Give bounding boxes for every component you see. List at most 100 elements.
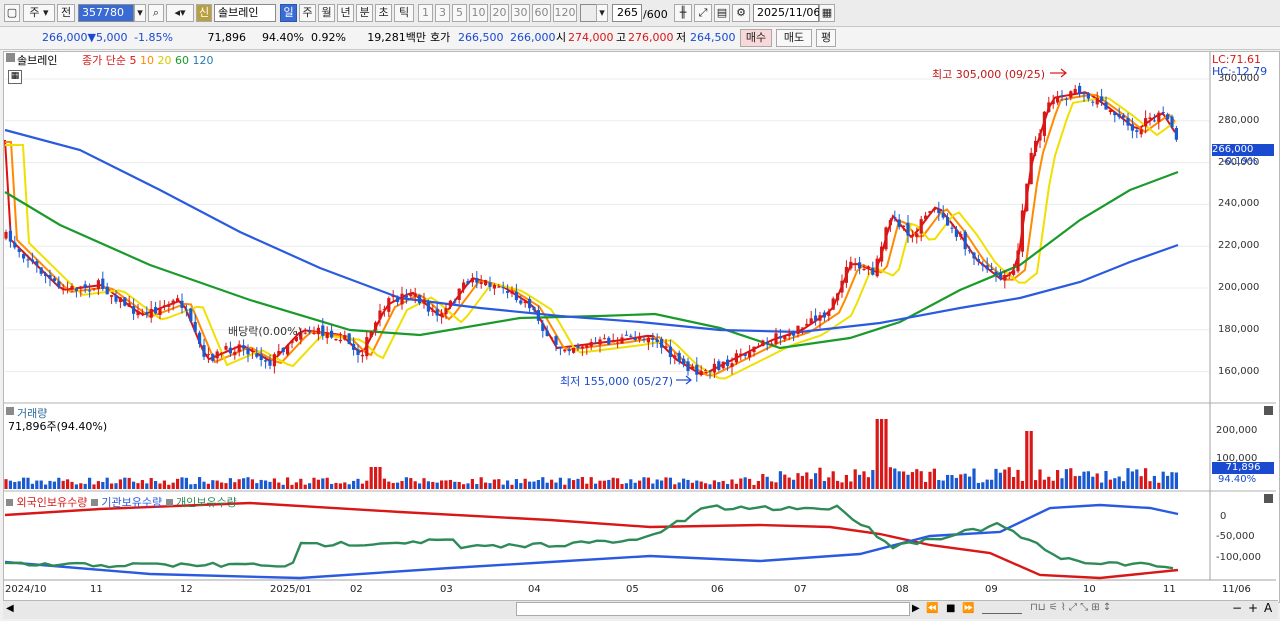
candle-body <box>61 289 65 291</box>
candle-body <box>849 261 853 269</box>
scroll-right-icon[interactable]: ▶ <box>912 603 920 614</box>
candle-body <box>752 346 756 353</box>
candle-body <box>330 330 334 338</box>
volume-bar <box>990 479 994 489</box>
candle-body <box>255 353 259 357</box>
font-size-button[interactable]: A <box>1264 601 1272 615</box>
volume-bar <box>57 477 61 489</box>
skip-back-icon[interactable]: ⏪ <box>926 603 938 614</box>
candle-body <box>576 345 580 348</box>
candle-body <box>932 209 936 211</box>
candle-body <box>281 348 285 353</box>
candle-body <box>572 347 576 353</box>
volume-collapse-icon[interactable] <box>6 407 14 415</box>
candle-body <box>554 336 558 346</box>
volume-bar <box>308 483 312 489</box>
candle-body <box>871 267 875 275</box>
volume-bar <box>352 480 356 489</box>
stop-icon[interactable]: ■ <box>946 603 955 614</box>
ma60-line <box>4 170 1179 350</box>
candle-body <box>365 337 369 357</box>
volume-panel-close-icon[interactable] <box>1264 406 1273 415</box>
candle-body <box>400 293 404 305</box>
candle-body <box>462 282 466 290</box>
zoom-slider[interactable] <box>982 603 1022 614</box>
volume-bar <box>17 481 21 489</box>
volume-bar <box>374 467 378 489</box>
candle-body <box>822 312 826 318</box>
volume-bar <box>853 469 857 489</box>
candle-body <box>1038 133 1042 141</box>
price-axis-tick: 220,000 <box>1218 240 1260 252</box>
candle-body <box>1073 88 1077 94</box>
volume-bar <box>642 477 646 489</box>
candle-body <box>1104 102 1108 110</box>
grid-icon[interactable]: ▦ <box>8 70 22 84</box>
volume-bar <box>994 468 998 489</box>
candle-body <box>506 291 510 293</box>
candle-body <box>523 301 527 304</box>
volume-bar <box>215 480 219 489</box>
volume-bar <box>22 477 26 489</box>
volume-bar <box>1016 469 1020 489</box>
candle-body <box>114 295 118 302</box>
volume-bar <box>1157 482 1161 489</box>
zoom-in-button[interactable]: + <box>1248 601 1258 615</box>
candle-body <box>387 298 391 312</box>
candle-body <box>1082 92 1086 95</box>
candle-body <box>844 266 848 283</box>
candle-body <box>536 310 540 321</box>
candle-body <box>545 330 549 337</box>
date-axis-tick: 07 <box>794 584 807 595</box>
draw-tools-icon[interactable]: ⊓⊔ ⚟ ⌇ ⤢ ⤡ ⊞ ↕ <box>1030 602 1111 613</box>
candle-body <box>726 359 730 366</box>
volume-bar <box>844 474 848 489</box>
volume-bar <box>184 477 188 489</box>
candle-body <box>448 300 452 307</box>
candle-body <box>998 272 1002 279</box>
volume-bar <box>1007 467 1011 489</box>
candle-body <box>651 338 655 340</box>
volume-bar <box>470 478 474 489</box>
holder-panel-close-icon[interactable] <box>1264 494 1273 503</box>
volume-bar <box>145 483 149 489</box>
volume-bar <box>699 481 703 489</box>
foreign-marker-icon <box>6 499 13 506</box>
volume-bar <box>501 484 505 489</box>
candle-body <box>413 293 417 297</box>
volume-bar <box>237 479 241 489</box>
candle-body <box>897 219 901 227</box>
volume-bar <box>13 482 17 489</box>
candle-body <box>1148 117 1152 120</box>
candle-body <box>774 333 778 344</box>
volume-bar <box>1042 479 1046 489</box>
candle-body <box>1174 128 1178 140</box>
candle-body <box>598 339 602 345</box>
price-tag-percent: -0.19% <box>1222 156 1258 167</box>
candle-body <box>880 246 884 262</box>
scroll-thumb[interactable] <box>516 602 910 616</box>
volume-bar <box>682 478 686 489</box>
volume-bar <box>932 468 936 489</box>
volume-bar <box>1170 472 1174 489</box>
candle-body <box>312 332 316 334</box>
skip-forward-icon[interactable]: ⏩ <box>962 603 974 614</box>
candle-body <box>66 289 70 291</box>
candle-body <box>655 339 659 343</box>
volume-bar <box>968 476 972 489</box>
zoom-out-button[interactable]: − <box>1232 601 1242 615</box>
scroll-left-icon[interactable]: ◀ <box>6 603 14 614</box>
volume-bar <box>211 480 215 489</box>
volume-bar <box>92 484 96 489</box>
candle-body <box>1025 183 1029 211</box>
volume-bar <box>453 481 457 489</box>
collapse-icon[interactable] <box>6 53 15 62</box>
volume-bar <box>26 477 30 489</box>
date-axis-tick: 09 <box>985 584 998 595</box>
volume-bar <box>554 482 558 489</box>
candle-body <box>875 258 879 277</box>
candle-body <box>17 248 21 253</box>
volume-bar <box>589 477 593 489</box>
candle-body <box>1157 112 1161 122</box>
volume-bar <box>431 481 435 489</box>
